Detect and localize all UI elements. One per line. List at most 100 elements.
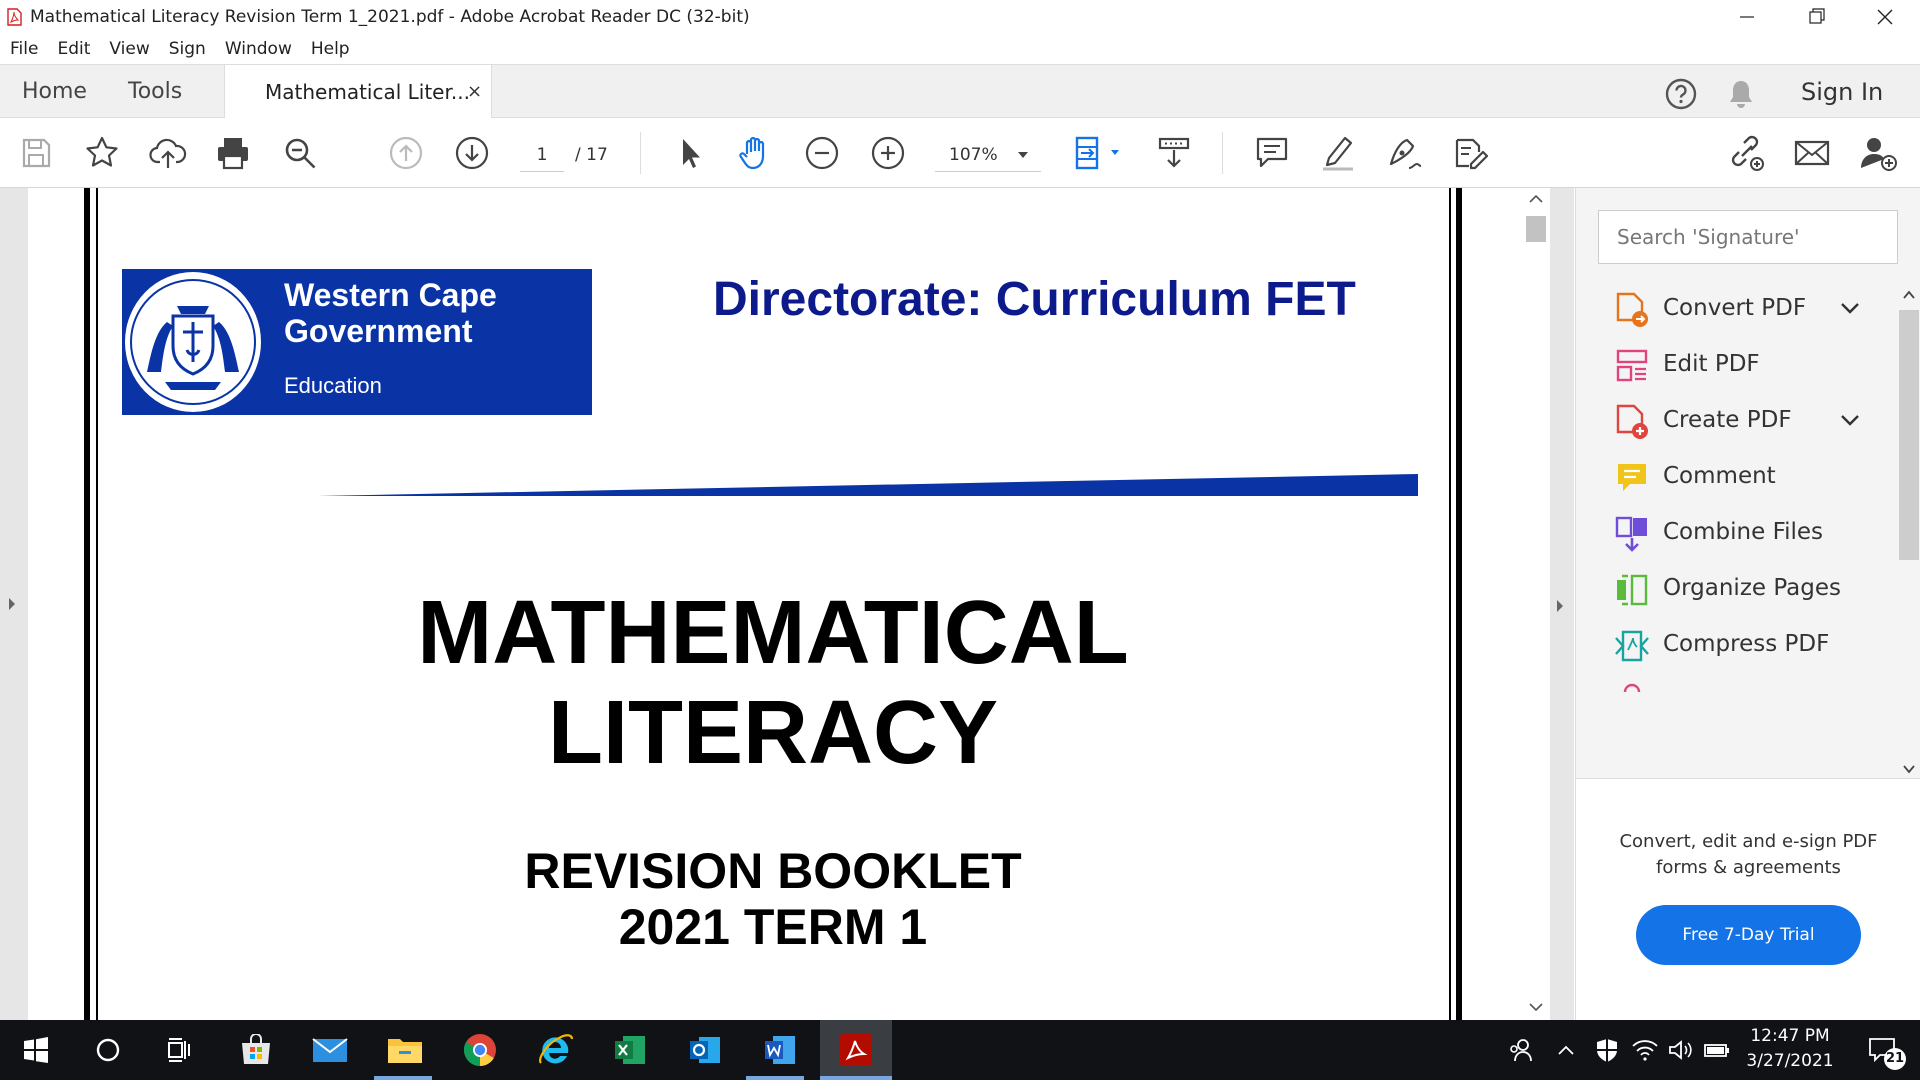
outlook-icon[interactable] [685, 1030, 725, 1070]
tools-search-input[interactable]: Search 'Signature' [1598, 210, 1898, 264]
mail-app-icon[interactable] [310, 1030, 350, 1070]
right-panel-collapse-icon[interactable] [1552, 594, 1568, 618]
fit-page-icon[interactable] [1070, 133, 1126, 173]
tool-combine-files[interactable]: Combine Files [1576, 502, 1898, 562]
free-trial-button[interactable]: Free 7-Day Trial [1636, 905, 1861, 965]
menu-view[interactable]: View [109, 39, 149, 59]
menu-help[interactable]: Help [311, 39, 350, 59]
system-clock[interactable]: 12:47 PM 3/27/2021 [1730, 1024, 1850, 1074]
scroll-down-arrow-icon[interactable] [1902, 764, 1916, 774]
battery-icon[interactable] [1702, 1030, 1732, 1070]
zoom-in-icon[interactable] [868, 133, 908, 173]
tab-home[interactable]: Home [22, 65, 87, 119]
page-number-input[interactable]: 1 [520, 138, 564, 172]
chevron-down-icon[interactable] [1838, 410, 1862, 430]
tab-document-label: Mathematical Liter... [265, 80, 470, 104]
comment-icon [1614, 460, 1650, 496]
volume-icon[interactable] [1666, 1030, 1696, 1070]
sign-in-link[interactable]: Sign In [1801, 65, 1883, 119]
running-indicator [820, 1076, 892, 1080]
tool-organize-pages[interactable]: Organize Pages [1576, 558, 1898, 618]
save-icon[interactable] [16, 133, 56, 173]
print-icon[interactable] [213, 133, 253, 173]
scroll-thumb[interactable] [1899, 310, 1919, 560]
select-arrow-icon[interactable] [670, 133, 710, 173]
zoom-out-icon[interactable] [802, 133, 842, 173]
compress-pdf-icon [1614, 628, 1650, 664]
microsoft-store-icon[interactable] [236, 1030, 276, 1070]
internet-explorer-icon[interactable] [535, 1030, 575, 1070]
security-shield-icon[interactable] [1592, 1030, 1622, 1070]
scroll-thumb[interactable] [1526, 216, 1546, 242]
fill-sign-icon[interactable] [1384, 133, 1424, 173]
tool-convert-pdf[interactable]: Convert PDF [1576, 278, 1898, 338]
document-scrollbar[interactable] [1522, 188, 1550, 1020]
toolbar: 1 / 17 107% [0, 118, 1920, 188]
tab-tools[interactable]: Tools [128, 65, 182, 119]
help-icon[interactable] [1664, 77, 1698, 111]
document-viewport[interactable]: Western Cape Government Education Direct… [0, 188, 1574, 1020]
convert-pdf-icon [1614, 292, 1650, 328]
scroll-down-arrow-icon[interactable] [1528, 1002, 1544, 1012]
next-page-icon[interactable] [452, 133, 492, 173]
people-icon[interactable] [1500, 1030, 1540, 1070]
blue-swoosh-rule [318, 474, 1418, 496]
email-icon[interactable] [1792, 133, 1832, 173]
tool-edit-pdf[interactable]: Edit PDF [1576, 334, 1898, 394]
chrome-icon[interactable] [460, 1030, 500, 1070]
add-user-icon[interactable] [1858, 133, 1898, 173]
edit-pdf-icon [1614, 348, 1650, 384]
cloud-upload-icon[interactable] [148, 133, 188, 173]
zoom-level-dropdown[interactable]: 107% [935, 138, 1041, 172]
share-link-icon[interactable] [1726, 133, 1766, 173]
minimize-button[interactable] [1712, 0, 1782, 34]
tools-scrollbar[interactable] [1898, 288, 1920, 778]
bookmark-star-icon[interactable] [82, 133, 122, 173]
left-panel-expand-icon[interactable] [4, 592, 20, 616]
edit-document-icon[interactable] [1450, 133, 1490, 173]
word-icon[interactable] [760, 1030, 800, 1070]
window-title: Mathematical Literacy Revision Term 1_20… [30, 7, 750, 27]
chevron-down-icon[interactable] [1838, 298, 1862, 318]
action-center-icon[interactable]: 21 [1860, 1030, 1906, 1070]
windows-taskbar: 12:47 PM 3/27/2021 21 [0, 1020, 1920, 1080]
tools-pane: Search 'Signature' Convert PDF Edit PDF … [1575, 188, 1920, 1020]
cortana-search-icon[interactable] [88, 1030, 128, 1070]
previous-page-icon[interactable] [386, 133, 426, 173]
highlight-pen-icon[interactable] [1318, 133, 1358, 173]
menu-bar: File Edit View Sign Window Help [0, 34, 1920, 64]
organize-pages-icon [1614, 572, 1650, 608]
wifi-icon[interactable] [1630, 1030, 1660, 1070]
windows-start-icon[interactable] [16, 1030, 56, 1070]
zoom-level-value: 107% [949, 145, 998, 165]
tool-comment[interactable]: Comment [1576, 446, 1898, 506]
scroll-up-arrow-icon[interactable] [1902, 290, 1916, 300]
western-cape-logo: Western Cape Government Education [122, 269, 592, 415]
restore-button[interactable] [1782, 0, 1852, 34]
zoom-search-icon[interactable] [280, 133, 320, 173]
tool-create-pdf[interactable]: Create PDF [1576, 390, 1898, 450]
acrobat-taskbar-active[interactable] [820, 1020, 892, 1080]
menu-window[interactable]: Window [225, 39, 292, 59]
menu-sign[interactable]: Sign [169, 39, 206, 59]
task-view-icon[interactable] [160, 1030, 200, 1070]
promo-text: Convert, edit and e-sign PDF forms & agr… [1619, 831, 1878, 878]
notifications-bell-icon[interactable] [1724, 77, 1758, 111]
scrolling-mode-icon[interactable] [1154, 133, 1194, 173]
hand-tool-icon[interactable] [736, 133, 776, 173]
show-hidden-icons-chevron-icon[interactable] [1554, 1030, 1578, 1070]
menu-edit[interactable]: Edit [57, 39, 90, 59]
tool-label: Create PDF [1663, 407, 1792, 433]
close-window-button[interactable] [1850, 0, 1920, 34]
excel-icon[interactable] [610, 1030, 650, 1070]
coat-of-arms-icon [122, 269, 264, 415]
scroll-up-arrow-icon[interactable] [1528, 194, 1544, 204]
add-comment-icon[interactable] [1252, 133, 1292, 173]
menu-file[interactable]: File [10, 39, 38, 59]
pdf-page: Western Cape Government Education Direct… [28, 188, 1538, 1020]
close-tab-icon[interactable]: × [467, 65, 482, 119]
tab-document[interactable]: Mathematical Liter... × [224, 65, 492, 119]
subtitle-line-1: REVISION BOOKLET [524, 843, 1022, 899]
tool-compress-pdf[interactable]: Compress PDF [1576, 614, 1898, 674]
file-explorer-icon[interactable] [385, 1030, 425, 1070]
